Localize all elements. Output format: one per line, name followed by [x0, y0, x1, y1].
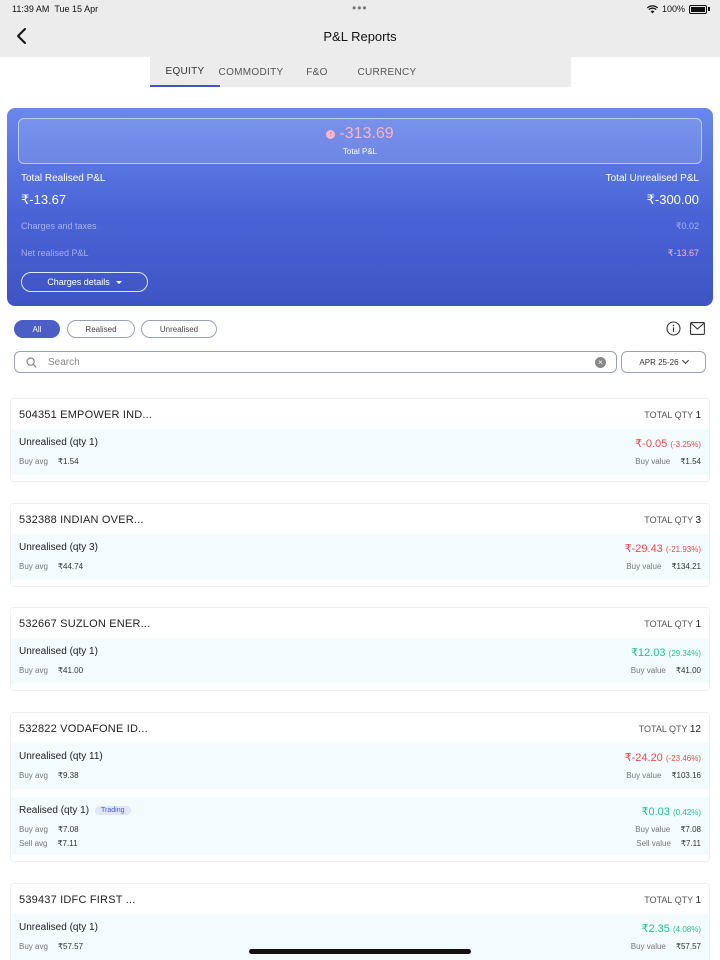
buy-avg: Buy avg ₹9.38: [19, 771, 79, 780]
buy-value: Buy value ₹57.57: [630, 942, 701, 951]
realised-value: ₹-13.67: [21, 192, 67, 207]
holding-total-qty: TOTAL QTY 1: [644, 619, 701, 630]
tab-equity[interactable]: EQUITY: [150, 57, 220, 87]
segment-tabs: EQUITY COMMODITY F&O CURRENCY: [150, 57, 571, 87]
unrealised-row: Unrealised (qty 1) ₹-0.05 (-3.25%) Buy a…: [11, 429, 709, 475]
app-header: P&L Reports: [0, 18, 720, 57]
realised-label: Total Realised P&L: [21, 173, 106, 184]
filter-unrealised[interactable]: Unrealised: [141, 320, 217, 338]
search-input[interactable]: [48, 353, 588, 371]
row-pnl: ₹12.03 (29.34%): [630, 647, 701, 659]
holding-total-qty: TOTAL QTY 3: [644, 515, 701, 526]
unrealised-row: Unrealised (qty 1) ₹12.03 (29.34%) Buy a…: [11, 638, 709, 684]
charges-taxes-value: ₹0.02: [675, 221, 699, 231]
row-title: Unrealised (qty 3): [19, 542, 98, 553]
chevron-down-icon: [681, 356, 689, 365]
wifi-icon: [646, 4, 658, 13]
battery-icon: [689, 4, 707, 14]
search-bar: ×: [14, 351, 617, 373]
financial-year-select[interactable]: APR 25-26: [621, 351, 706, 373]
row-title: Unrealised (qty 1): [19, 437, 98, 448]
buy-value: Buy value ₹134.21: [626, 562, 701, 571]
buy-value: Buy value ₹1.54: [635, 457, 701, 466]
unrealised-row: Unrealised (qty 3) ₹-29.43 (-21.93%) Buy…: [11, 534, 709, 580]
holding-header: 532822 VODAFONE ID... TOTAL QTY 12: [11, 713, 709, 743]
status-bar: 11:39 AM Tue 15 Apr ••• 100%: [0, 0, 720, 18]
net-realised-label: Net realised P&L: [21, 248, 89, 258]
charges-taxes-label: Charges and taxes: [21, 221, 97, 231]
clear-search-icon[interactable]: ×: [595, 357, 606, 368]
holding-name: 504351 EMPOWER IND...: [19, 409, 153, 421]
tab-commodity[interactable]: COMMODITY: [219, 57, 284, 87]
search-icon: [26, 357, 37, 368]
row-pnl: ₹-0.05 (-3.25%): [635, 438, 701, 450]
buy-avg: Buy avg ₹44.74: [19, 562, 84, 571]
holding-card[interactable]: 532667 SUZLON ENER... TOTAL QTY 1 Unreal…: [10, 607, 710, 691]
holding-header: 532388 INDIAN OVER... TOTAL QTY 3: [11, 504, 709, 534]
charges-details-button[interactable]: Charges details: [21, 272, 148, 292]
unrealised-label: Total Unrealised P&L: [605, 173, 699, 184]
net-realised-value: ₹-13.67: [667, 248, 699, 258]
buy-value: Buy value ₹41.00: [630, 666, 701, 675]
buy-value: Buy value ₹103.16: [626, 771, 701, 780]
buy-avg: Buy avg ₹41.00: [19, 666, 84, 675]
holding-total-qty: TOTAL QTY 12: [638, 724, 701, 735]
holding-card[interactable]: 532822 VODAFONE ID... TOTAL QTY 12 Unrea…: [10, 712, 710, 862]
row-pnl: ₹0.03 (0.42%): [641, 806, 702, 818]
sell-value: Sell value ₹7.11: [636, 839, 701, 848]
realised-row: Realised (qty 1) Trading ₹0.03 (0.42%) Bu…: [11, 797, 709, 855]
total-pnl-value: ↑ -313.69: [19, 125, 701, 143]
trading-badge: Trading: [95, 806, 131, 815]
total-pnl-box: ↑ -313.69 Total P&L: [18, 118, 702, 164]
holding-name: 532667 SUZLON ENER...: [19, 618, 151, 630]
row-pnl: ₹2.35 (4.08%): [641, 923, 702, 935]
tab-fno[interactable]: F&O: [282, 57, 352, 87]
row-title: Unrealised (qty 1): [19, 922, 98, 933]
holding-card[interactable]: 532388 INDIAN OVER... TOTAL QTY 3 Unreal…: [10, 503, 710, 587]
page-title: P&L Reports: [323, 29, 397, 44]
buy-value: Buy value ₹7.08: [635, 825, 701, 834]
status-right: 100%: [646, 4, 710, 14]
pnl-summary-card: ↑ -313.69 Total P&L Total Realised P&L ₹…: [7, 108, 713, 306]
unrealised-row: Unrealised (qty 11) ₹-24.20 (-23.46%) Bu…: [11, 743, 709, 789]
home-indicator[interactable]: [249, 949, 471, 954]
filter-all[interactable]: All: [14, 320, 60, 338]
total-pnl-label: Total P&L: [342, 147, 378, 156]
buy-avg: Buy avg ₹57.57: [19, 942, 84, 951]
holding-header: 504351 EMPOWER IND... TOTAL QTY 1: [11, 399, 709, 429]
mail-icon[interactable]: [690, 322, 705, 335]
row-pnl: ₹-24.20 (-23.46%): [624, 752, 701, 764]
unrealised-value: ₹-300.00: [646, 192, 699, 207]
holding-header: 532667 SUZLON ENER... TOTAL QTY 1: [11, 608, 709, 638]
filter-realised[interactable]: Realised: [67, 320, 135, 338]
status-time: 11:39 AM Tue 15 Apr: [12, 4, 99, 14]
arrow-up-icon: ↑: [326, 129, 336, 139]
holding-name: 532822 VODAFONE ID...: [19, 723, 148, 735]
buy-avg: Buy avg ₹1.54: [19, 457, 79, 466]
row-title: Realised (qty 1) Trading: [19, 805, 131, 816]
info-icon[interactable]: [666, 321, 681, 336]
holding-name: 532388 INDIAN OVER...: [19, 514, 144, 526]
sell-avg: Sell avg ₹7.11: [19, 839, 78, 848]
buy-avg: Buy avg ₹7.08: [19, 825, 79, 834]
row-pnl: ₹-29.43 (-21.93%): [624, 543, 701, 555]
caret-down-icon: [115, 280, 122, 284]
holding-name: 539437 IDFC FIRST ...: [19, 894, 136, 906]
tab-currency[interactable]: CURRENCY: [352, 57, 422, 87]
multitask-dots-icon[interactable]: •••: [352, 1, 368, 15]
holding-total-qty: TOTAL QTY 1: [644, 895, 701, 906]
holding-header: 539437 IDFC FIRST ... TOTAL QTY 1: [11, 884, 709, 914]
battery-percent: 100%: [661, 4, 685, 14]
holding-total-qty: TOTAL QTY 1: [644, 410, 701, 421]
row-title: Unrealised (qty 1): [19, 646, 98, 657]
row-title: Unrealised (qty 11): [19, 751, 103, 762]
holding-card[interactable]: 504351 EMPOWER IND... TOTAL QTY 1 Unreal…: [10, 398, 710, 482]
